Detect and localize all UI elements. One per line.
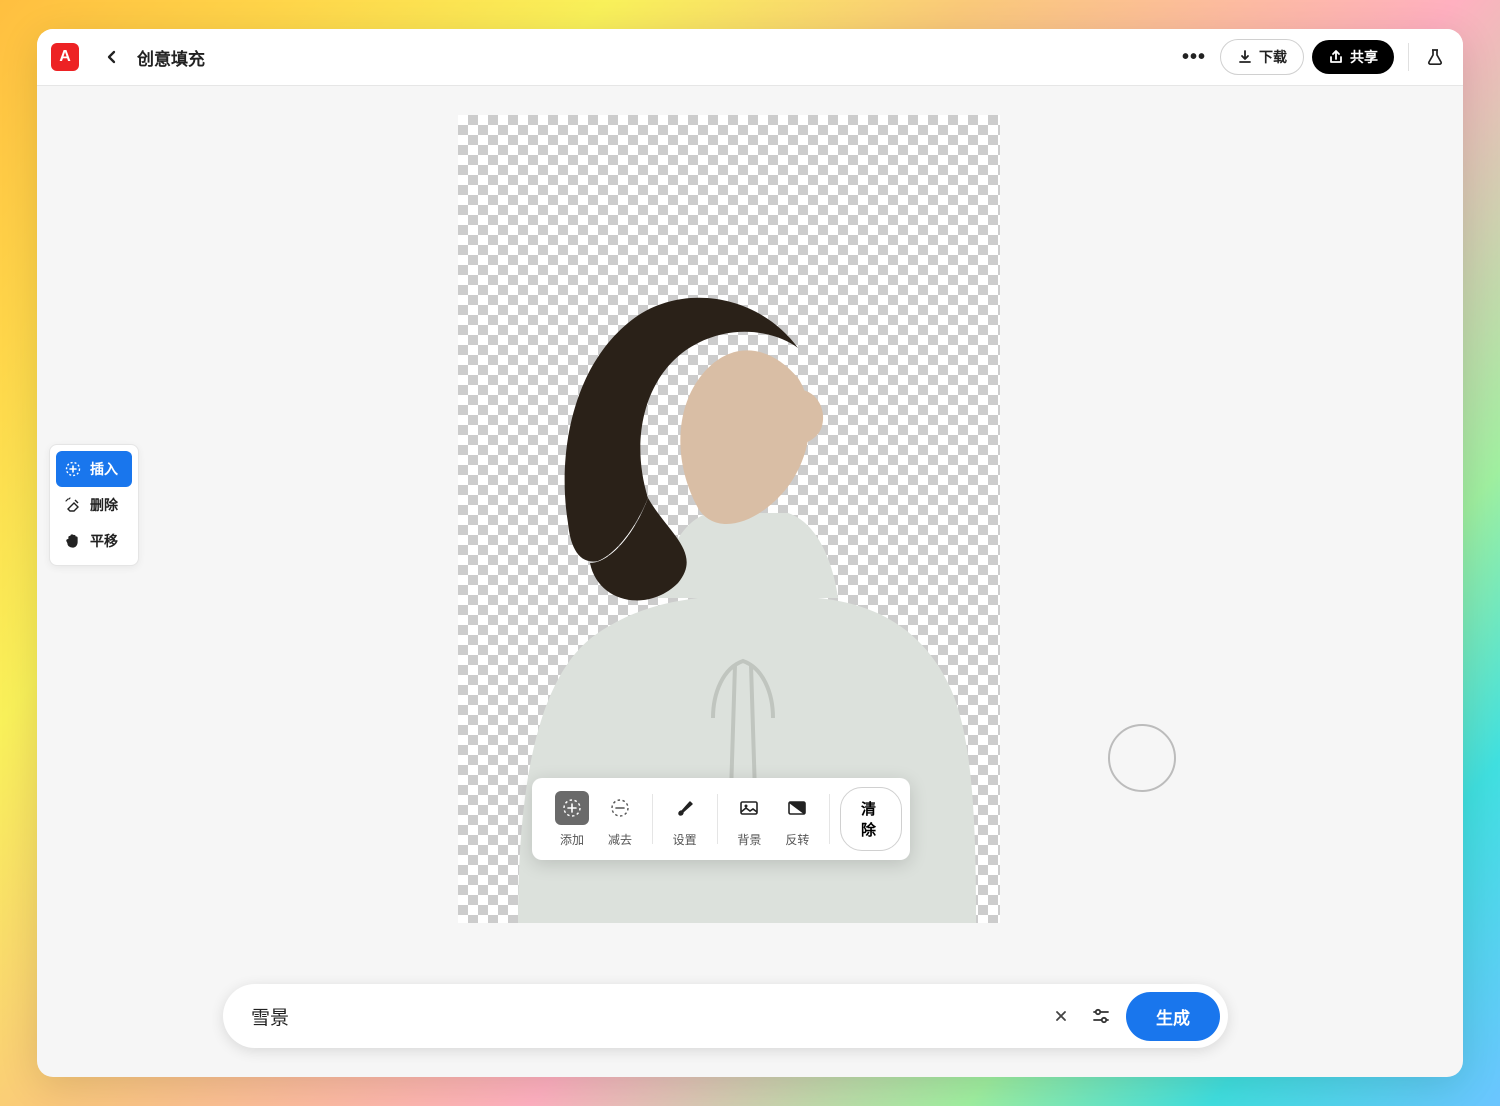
brush-icon bbox=[668, 791, 702, 825]
brush-settings[interactable]: 设置 bbox=[661, 791, 709, 848]
lab-button[interactable] bbox=[1421, 43, 1449, 71]
share-label: 共享 bbox=[1350, 47, 1378, 67]
close-icon bbox=[1054, 1009, 1068, 1023]
prompt-clear-button[interactable] bbox=[1046, 1001, 1076, 1031]
canvas-area: 插入 删除 平移 添加 bbox=[37, 86, 1463, 1077]
clear-button[interactable]: 清除 bbox=[840, 787, 902, 851]
beaker-icon bbox=[1425, 47, 1445, 67]
subtract-icon bbox=[603, 791, 637, 825]
prompt-settings-button[interactable] bbox=[1086, 1001, 1116, 1031]
chevron-left-icon bbox=[104, 49, 120, 65]
hand-icon bbox=[64, 532, 82, 550]
tool-remove-label: 删除 bbox=[90, 495, 118, 515]
page-title: 创意填充 bbox=[137, 45, 205, 70]
brush-add-label: 添加 bbox=[560, 831, 584, 848]
brush-subtract[interactable]: 减去 bbox=[596, 791, 644, 848]
download-button[interactable]: 下载 bbox=[1220, 39, 1304, 75]
invert-icon bbox=[780, 791, 814, 825]
header: A 创意填充 ••• 下载 共享 bbox=[37, 29, 1463, 86]
tool-pan[interactable]: 平移 bbox=[56, 523, 132, 559]
download-label: 下载 bbox=[1259, 47, 1287, 67]
insert-icon bbox=[64, 460, 82, 478]
download-icon bbox=[1237, 49, 1253, 65]
brush-invert[interactable]: 反转 bbox=[773, 791, 821, 848]
tool-remove[interactable]: 删除 bbox=[56, 487, 132, 523]
brush-add[interactable]: 添加 bbox=[548, 791, 596, 848]
brush-subtract-label: 减去 bbox=[608, 831, 632, 848]
prompt-input[interactable] bbox=[251, 1005, 1046, 1027]
sliders-icon bbox=[1091, 1006, 1111, 1026]
adobe-logo[interactable]: A bbox=[51, 43, 79, 71]
background-icon bbox=[732, 791, 766, 825]
tool-panel: 插入 删除 平移 bbox=[49, 444, 139, 566]
tool-insert-label: 插入 bbox=[90, 459, 118, 479]
prompt-bar: 生成 bbox=[223, 984, 1228, 1048]
tool-insert[interactable]: 插入 bbox=[56, 451, 132, 487]
brush-background-label: 背景 bbox=[737, 831, 761, 848]
share-button[interactable]: 共享 bbox=[1312, 40, 1394, 74]
brush-toolbar: 添加 减去 设置 bbox=[532, 778, 910, 860]
back-button[interactable] bbox=[97, 42, 127, 72]
more-button[interactable]: ••• bbox=[1178, 41, 1210, 73]
generate-button[interactable]: 生成 bbox=[1126, 992, 1220, 1041]
brush-settings-label: 设置 bbox=[673, 831, 697, 848]
tool-pan-label: 平移 bbox=[90, 531, 118, 551]
brush-cursor bbox=[1108, 724, 1176, 792]
divider bbox=[1408, 43, 1409, 71]
brush-background[interactable]: 背景 bbox=[725, 791, 773, 848]
eraser-icon bbox=[64, 496, 82, 514]
share-icon bbox=[1328, 49, 1344, 65]
add-icon bbox=[555, 791, 589, 825]
app-window: A 创意填充 ••• 下载 共享 bbox=[37, 29, 1463, 1077]
brush-invert-label: 反转 bbox=[785, 831, 809, 848]
